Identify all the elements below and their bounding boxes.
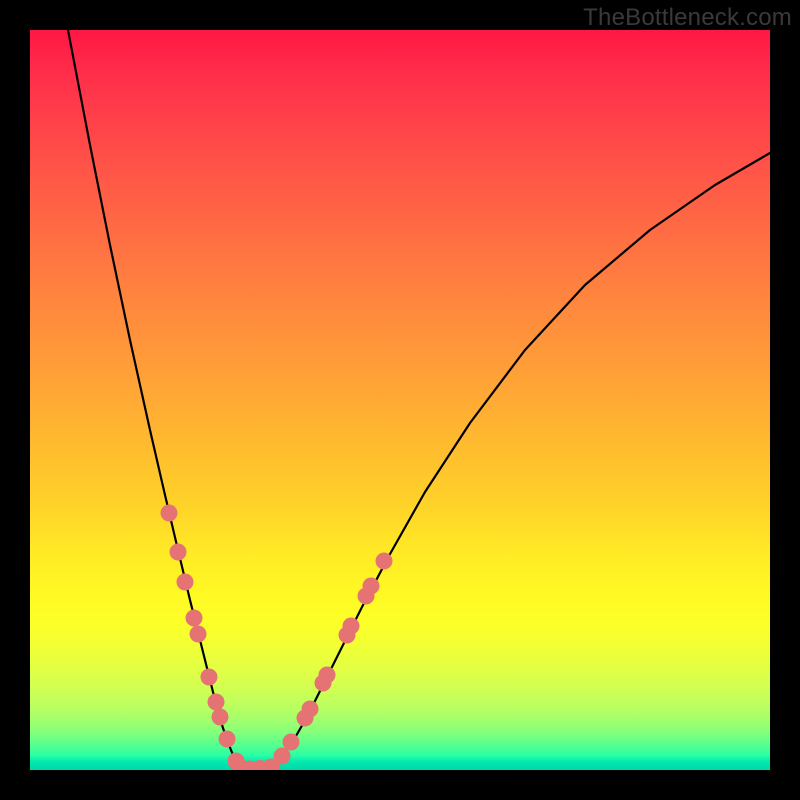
data-marker: [161, 505, 178, 522]
data-marker: [201, 669, 218, 686]
data-marker: [376, 553, 393, 570]
chart-svg: [30, 30, 770, 770]
data-marker: [274, 748, 291, 765]
data-marker: [170, 544, 187, 561]
data-marker: [319, 667, 336, 684]
data-marker: [208, 694, 225, 711]
data-marker: [343, 618, 360, 635]
data-marker: [177, 574, 194, 591]
data-marker: [363, 578, 380, 595]
data-marker: [190, 626, 207, 643]
plot-area: [30, 30, 770, 770]
data-marker: [302, 701, 319, 718]
data-marker: [186, 610, 203, 627]
watermark-text: TheBottleneck.com: [583, 4, 792, 32]
data-marker: [219, 731, 236, 748]
chart-container: TheBottleneck.com: [0, 0, 800, 800]
marker-group: [161, 505, 393, 771]
data-marker: [283, 734, 300, 751]
data-marker: [212, 709, 229, 726]
curve-line: [68, 30, 770, 769]
